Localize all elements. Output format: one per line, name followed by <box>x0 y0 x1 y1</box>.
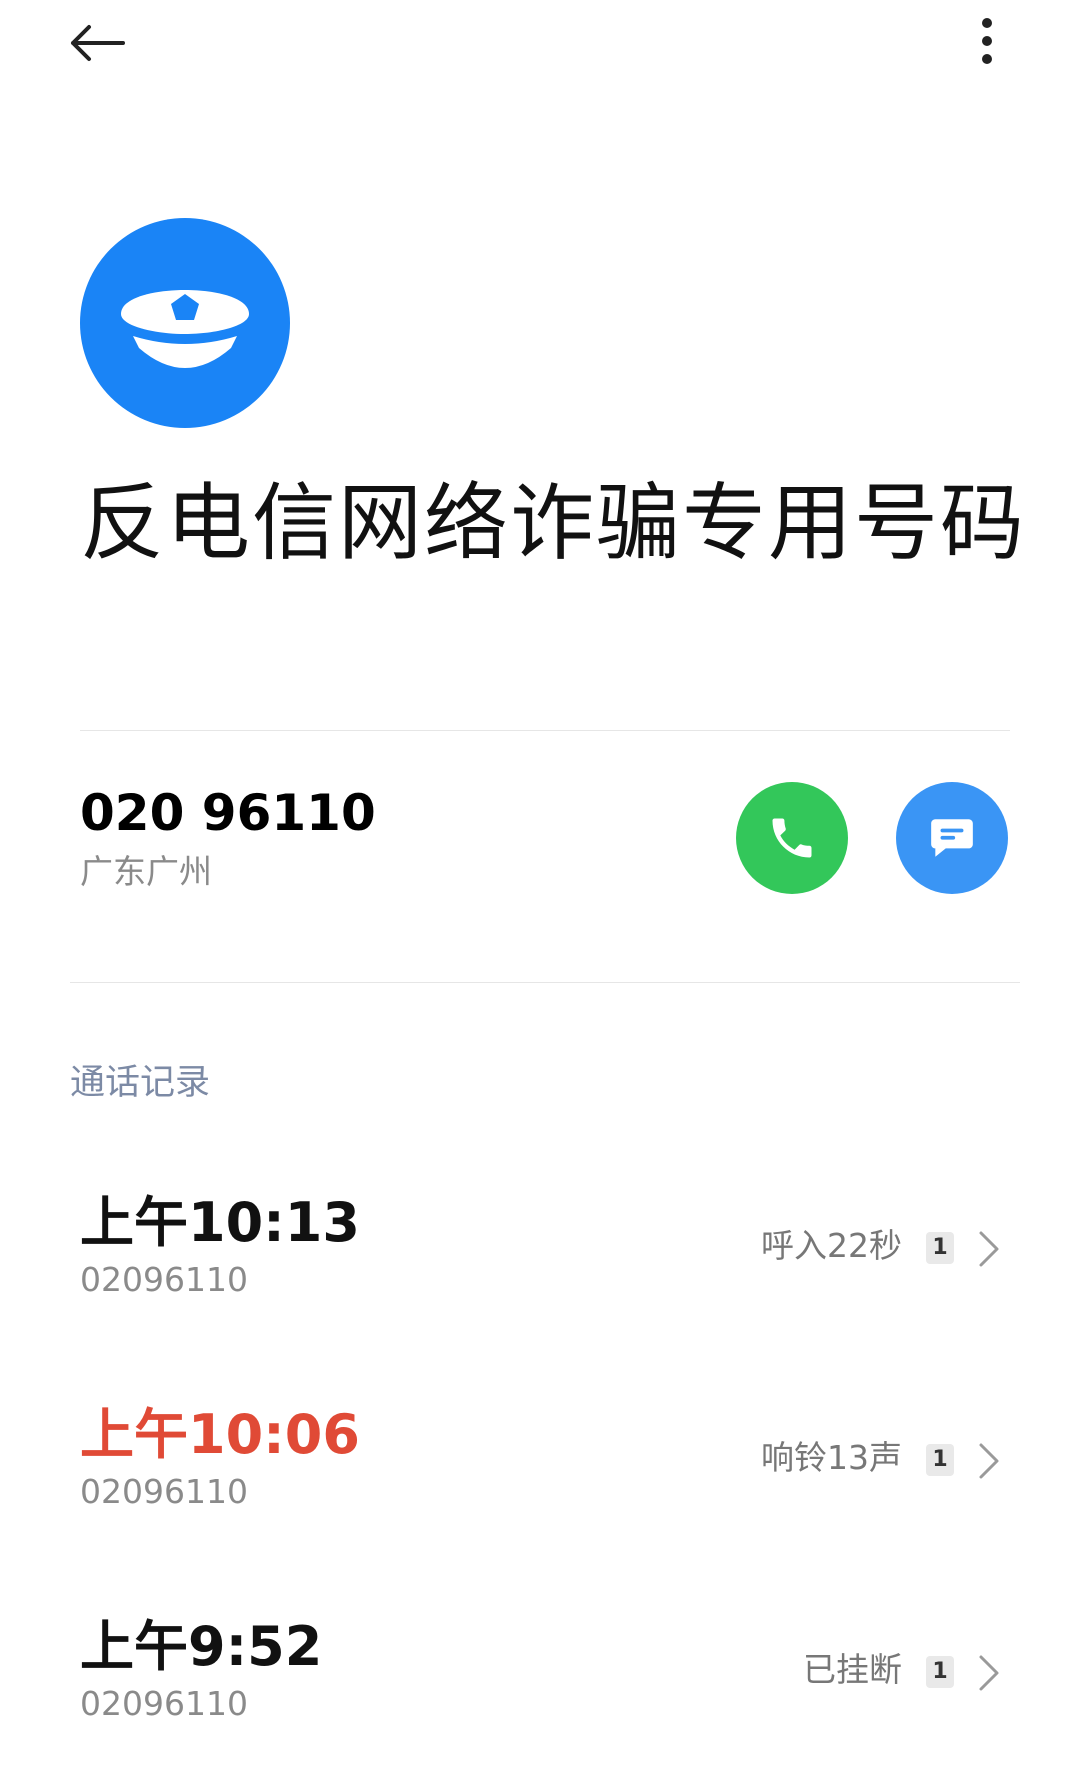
phone-location: 广东广州 <box>80 852 212 891</box>
more-vertical-icon <box>982 18 992 64</box>
call-log-item[interactable]: 上午10:06 02096110 响铃13声 1 <box>0 1400 1080 1570</box>
call-time: 上午10:06 <box>80 1403 360 1466</box>
divider <box>70 982 1020 983</box>
call-number: 02096110 <box>80 1260 248 1299</box>
call-log-title: 通话记录 <box>70 1063 211 1103</box>
chevron-right-icon[interactable] <box>974 1440 1004 1482</box>
message-icon <box>931 819 973 857</box>
back-button[interactable] <box>62 8 132 78</box>
sim-badge: 1 <box>926 1232 954 1264</box>
arrow-left-icon <box>71 25 125 61</box>
contact-avatar <box>80 218 290 428</box>
police-cap-icon <box>121 290 249 368</box>
phone-icon <box>772 818 812 858</box>
call-number: 02096110 <box>80 1472 248 1511</box>
call-time: 上午9:52 <box>80 1615 323 1678</box>
more-options-button[interactable] <box>952 6 1022 76</box>
message-button[interactable] <box>896 782 1008 894</box>
call-status: 已挂断 <box>803 1650 902 1689</box>
call-number: 02096110 <box>80 1684 248 1723</box>
phone-number[interactable]: 020 96110 <box>80 782 376 844</box>
call-status: 响铃13声 <box>761 1438 902 1477</box>
call-status: 呼入22秒 <box>761 1226 902 1265</box>
sim-badge: 1 <box>926 1444 954 1476</box>
divider <box>80 730 1010 731</box>
chevron-right-icon[interactable] <box>974 1228 1004 1270</box>
chevron-right-icon[interactable] <box>974 1652 1004 1694</box>
call-log-item[interactable]: 上午9:52 02096110 已挂断 1 <box>0 1612 1080 1782</box>
call-button[interactable] <box>736 782 848 894</box>
call-time: 上午10:13 <box>80 1191 360 1254</box>
call-log-item[interactable]: 上午10:13 02096110 呼入22秒 1 <box>0 1188 1080 1358</box>
contact-name: 反电信网络诈骗专用号码 <box>80 474 1027 572</box>
sim-badge: 1 <box>926 1656 954 1688</box>
